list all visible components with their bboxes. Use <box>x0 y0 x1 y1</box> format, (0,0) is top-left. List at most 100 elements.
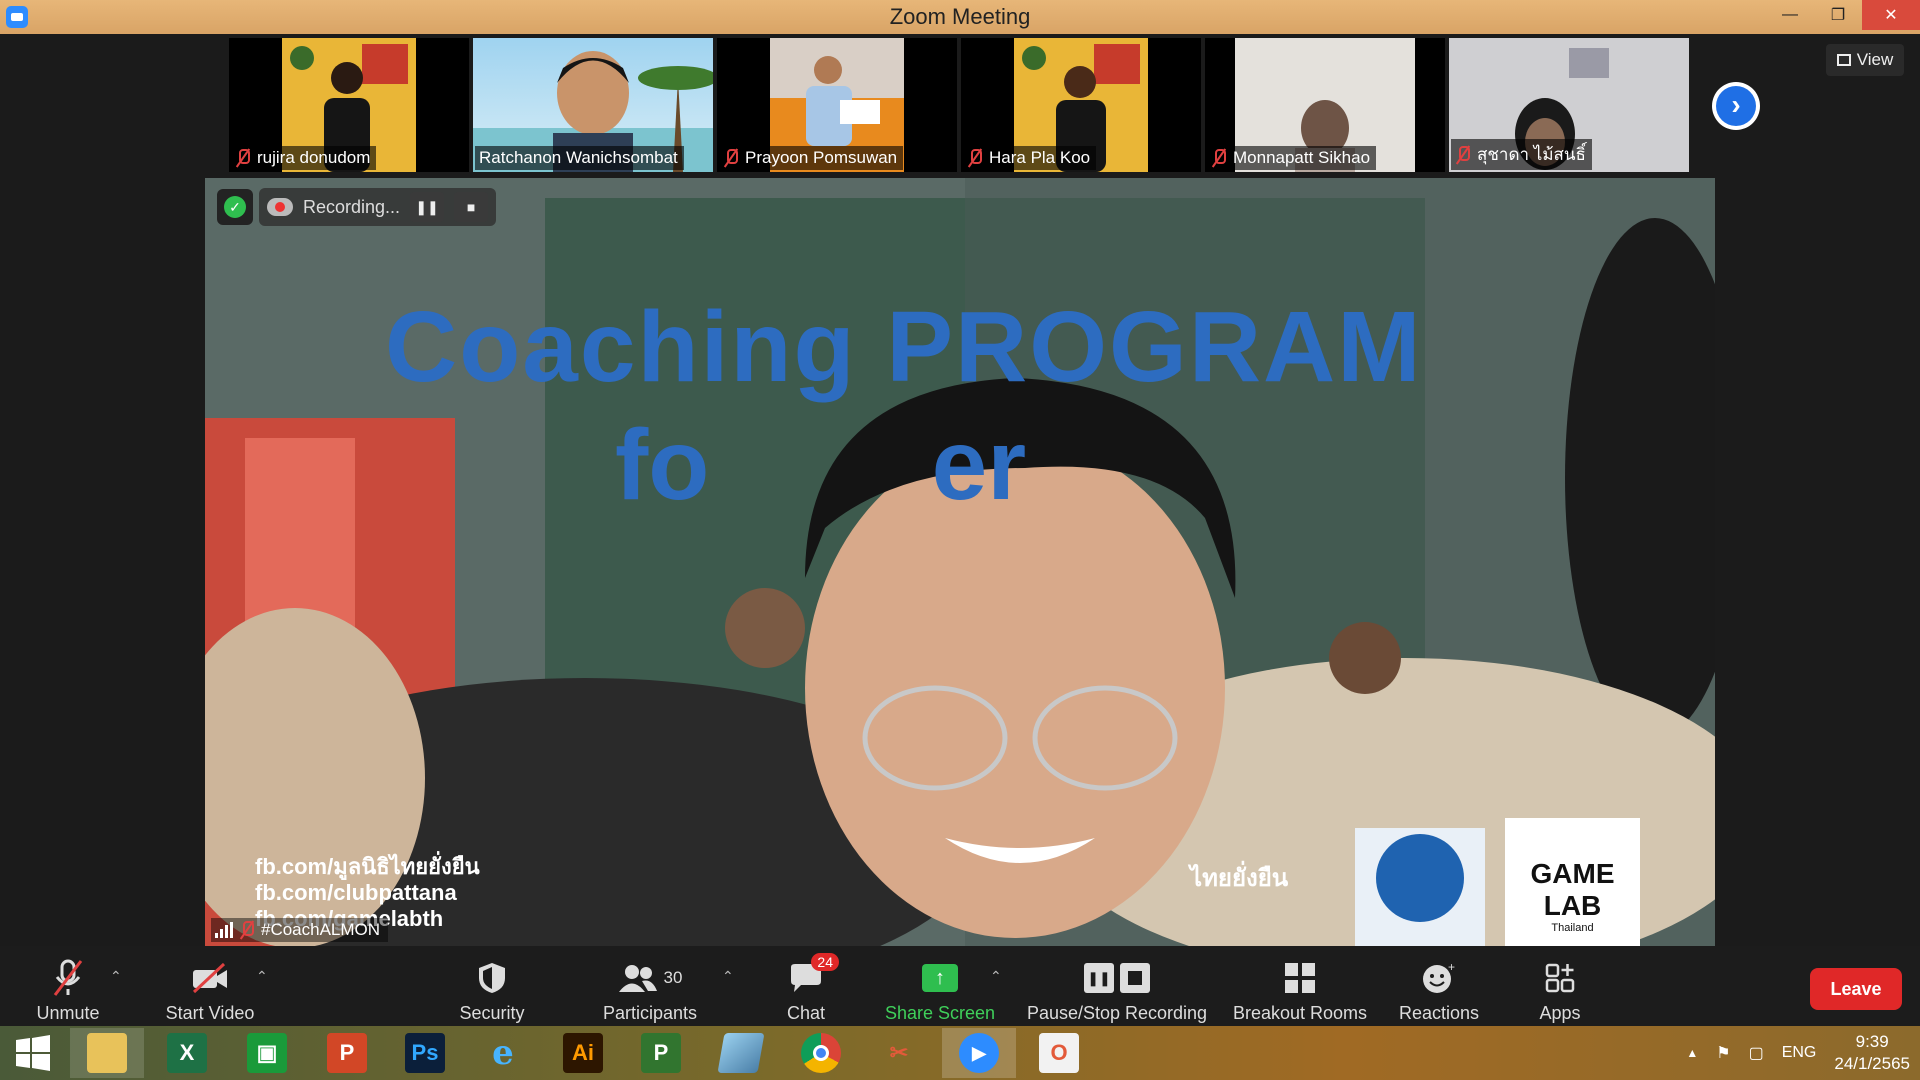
minimize-button[interactable]: — <box>1766 0 1814 30</box>
participant-name: Ratchanon Wanichsombat <box>479 148 678 167</box>
participant-thumbnail[interactable]: Hara Pla Koo <box>961 38 1201 172</box>
mic-muted-icon <box>235 149 251 167</box>
recording-indicator: Recording... ❚❚ ■ <box>259 188 497 226</box>
svg-text:+: + <box>1448 961 1455 974</box>
participant-name: Hara Pla Koo <box>989 148 1091 167</box>
leave-button[interactable]: Leave <box>1810 968 1902 1010</box>
chrome-app[interactable] <box>784 1028 858 1078</box>
participant-thumbnail[interactable]: rujira donudom <box>229 38 469 172</box>
mic-muted-icon <box>239 921 255 939</box>
apps-button[interactable]: Apps <box>1530 952 1590 1024</box>
mic-muted-icon <box>967 149 983 167</box>
participant-name: Prayoon Pomsuwan <box>745 148 898 167</box>
clock[interactable]: 9:39 24/1/2565 <box>1834 1031 1910 1075</box>
title-bar: Zoom Meeting — ❐ ✕ <box>0 0 1920 34</box>
pause-recording-button[interactable]: ❚❚ <box>410 192 445 222</box>
language-indicator[interactable]: ENG <box>1782 1044 1817 1062</box>
grid-icon <box>1836 54 1851 66</box>
folder-icon <box>87 1033 127 1073</box>
gamelab-logo-sub: Thailand <box>1551 922 1594 934</box>
show-hidden-icons-icon[interactable]: ▲ <box>1686 1046 1698 1060</box>
next-page-button[interactable]: › <box>1712 82 1760 130</box>
restore-button[interactable]: ❐ <box>1814 0 1862 30</box>
zoom-icon: ▶ <box>959 1033 999 1073</box>
windows-taskbar: X ▣ P Ps e Ai P ✂ ▶ O ▲ ⚑ ▢ ENG 9:39 24/… <box>0 1026 1920 1080</box>
pause-stop-recording-button[interactable]: ❚❚ Pause/Stop Recording <box>1024 952 1210 1024</box>
mic-muted-icon <box>1211 149 1227 167</box>
share-screen-icon: ↑ <box>922 964 958 992</box>
signal-strength-icon <box>215 922 233 938</box>
internet-explorer-app[interactable]: e <box>466 1028 540 1078</box>
start-video-button[interactable]: Start Video <box>160 952 260 1024</box>
gamelab-logo: GAME LAB <box>1530 858 1615 921</box>
paint-app[interactable] <box>704 1028 778 1078</box>
participant-name: Monnapatt Sikhao <box>1233 148 1371 167</box>
clock-time: 9:39 <box>1855 1032 1889 1051</box>
view-button[interactable]: View <box>1826 44 1904 76</box>
slide-title: Coaching PROGRAM <box>385 291 1423 403</box>
powerpoint-icon: P <box>327 1033 367 1073</box>
office-app[interactable]: O <box>1022 1028 1096 1078</box>
pause-icon: ❚❚ <box>1084 963 1114 993</box>
recording-bar: ✓ Recording... ❚❚ ■ <box>217 188 497 226</box>
cloud-recording-icon <box>267 198 293 216</box>
apps-icon <box>1545 963 1575 993</box>
slide-subtitle: fo er <box>615 409 1027 521</box>
meeting-toolbar: Unmute ⌃ Start Video ⌃ Security 30 Parti… <box>0 946 1920 1026</box>
encryption-shield-icon[interactable]: ✓ <box>217 189 253 225</box>
participants-icon <box>618 965 657 992</box>
microphone-muted-icon <box>53 959 83 996</box>
snipping-icon: ✂ <box>889 1040 909 1065</box>
window-controls: — ❐ ✕ <box>1766 0 1920 34</box>
project-app[interactable]: P <box>624 1028 698 1078</box>
internet-explorer-icon: e <box>492 1033 514 1073</box>
chat-button[interactable]: 24 Chat <box>776 952 839 1024</box>
reactions-button[interactable]: + Reactions <box>1394 952 1484 1024</box>
system-tray: ▲ ⚑ ▢ ENG 9:39 24/1/2565 <box>1686 1026 1910 1080</box>
participants-button[interactable]: 30 Participants <box>598 952 702 1024</box>
start-button[interactable] <box>0 1028 66 1078</box>
share-screen-button[interactable]: ↑ Share Screen <box>880 952 1000 1024</box>
participant-name: สุชาดา ไม้สนธิ์ <box>1477 145 1586 164</box>
photoshop-icon: Ps <box>405 1033 445 1073</box>
powerpoint-app[interactable]: P <box>310 1028 384 1078</box>
excel-app[interactable]: X <box>150 1028 224 1078</box>
file-explorer-app[interactable] <box>70 1028 144 1078</box>
shield-icon <box>479 963 505 993</box>
participant-thumbnail[interactable]: สุชาดา ไม้สนธิ์ <box>1449 38 1689 172</box>
recording-label: Recording... <box>303 196 401 217</box>
action-center-flag-icon[interactable]: ⚑ <box>1716 1043 1730 1063</box>
photoshop-app[interactable]: Ps <box>388 1028 462 1078</box>
window-title: Zoom Meeting <box>889 4 1031 29</box>
network-icon[interactable]: ▢ <box>1749 1043 1764 1063</box>
breakout-rooms-button[interactable]: Breakout Rooms <box>1230 952 1370 1024</box>
store-app[interactable]: ▣ <box>230 1028 304 1078</box>
zoom-logo-icon <box>6 6 28 28</box>
snipping-app[interactable]: ✂ <box>862 1028 936 1078</box>
stop-recording-button[interactable]: ■ <box>454 192 489 222</box>
illustrator-icon: Ai <box>563 1033 603 1073</box>
mic-muted-icon <box>1455 145 1471 164</box>
video-options-caret[interactable]: ⌃ <box>256 968 268 985</box>
participant-thumbnail[interactable]: Prayoon Pomsuwan <box>717 38 957 172</box>
participants-options-caret[interactable]: ⌃ <box>722 968 734 985</box>
speaker-name-tag: #CoachALMON <box>211 918 389 942</box>
participant-thumbnail[interactable]: Monnapatt Sikhao <box>1205 38 1445 172</box>
participants-count: 30 <box>663 968 683 987</box>
store-icon: ▣ <box>247 1033 287 1073</box>
zoom-app[interactable]: ▶ <box>942 1028 1016 1078</box>
share-options-caret[interactable]: ⌃ <box>990 968 1002 985</box>
active-speaker-video: Coaching PROGRAM fo er fb.com/มูลนิธิไทย… <box>205 178 1715 946</box>
breakout-rooms-icon <box>1285 963 1315 993</box>
close-button[interactable]: ✕ <box>1862 0 1920 30</box>
office-icon: O <box>1039 1033 1079 1073</box>
video-off-icon <box>192 962 227 994</box>
audio-options-caret[interactable]: ⌃ <box>110 968 122 985</box>
security-button[interactable]: Security <box>452 952 532 1024</box>
unmute-button[interactable]: Unmute <box>28 952 108 1024</box>
participant-thumbnail[interactable]: Ratchanon Wanichsombat <box>473 38 713 172</box>
chat-unread-badge: 24 <box>811 953 839 971</box>
illustrator-app[interactable]: Ai <box>546 1028 620 1078</box>
mic-muted-icon <box>723 149 739 167</box>
slide-link: fb.com/clubpattana <box>255 880 457 905</box>
